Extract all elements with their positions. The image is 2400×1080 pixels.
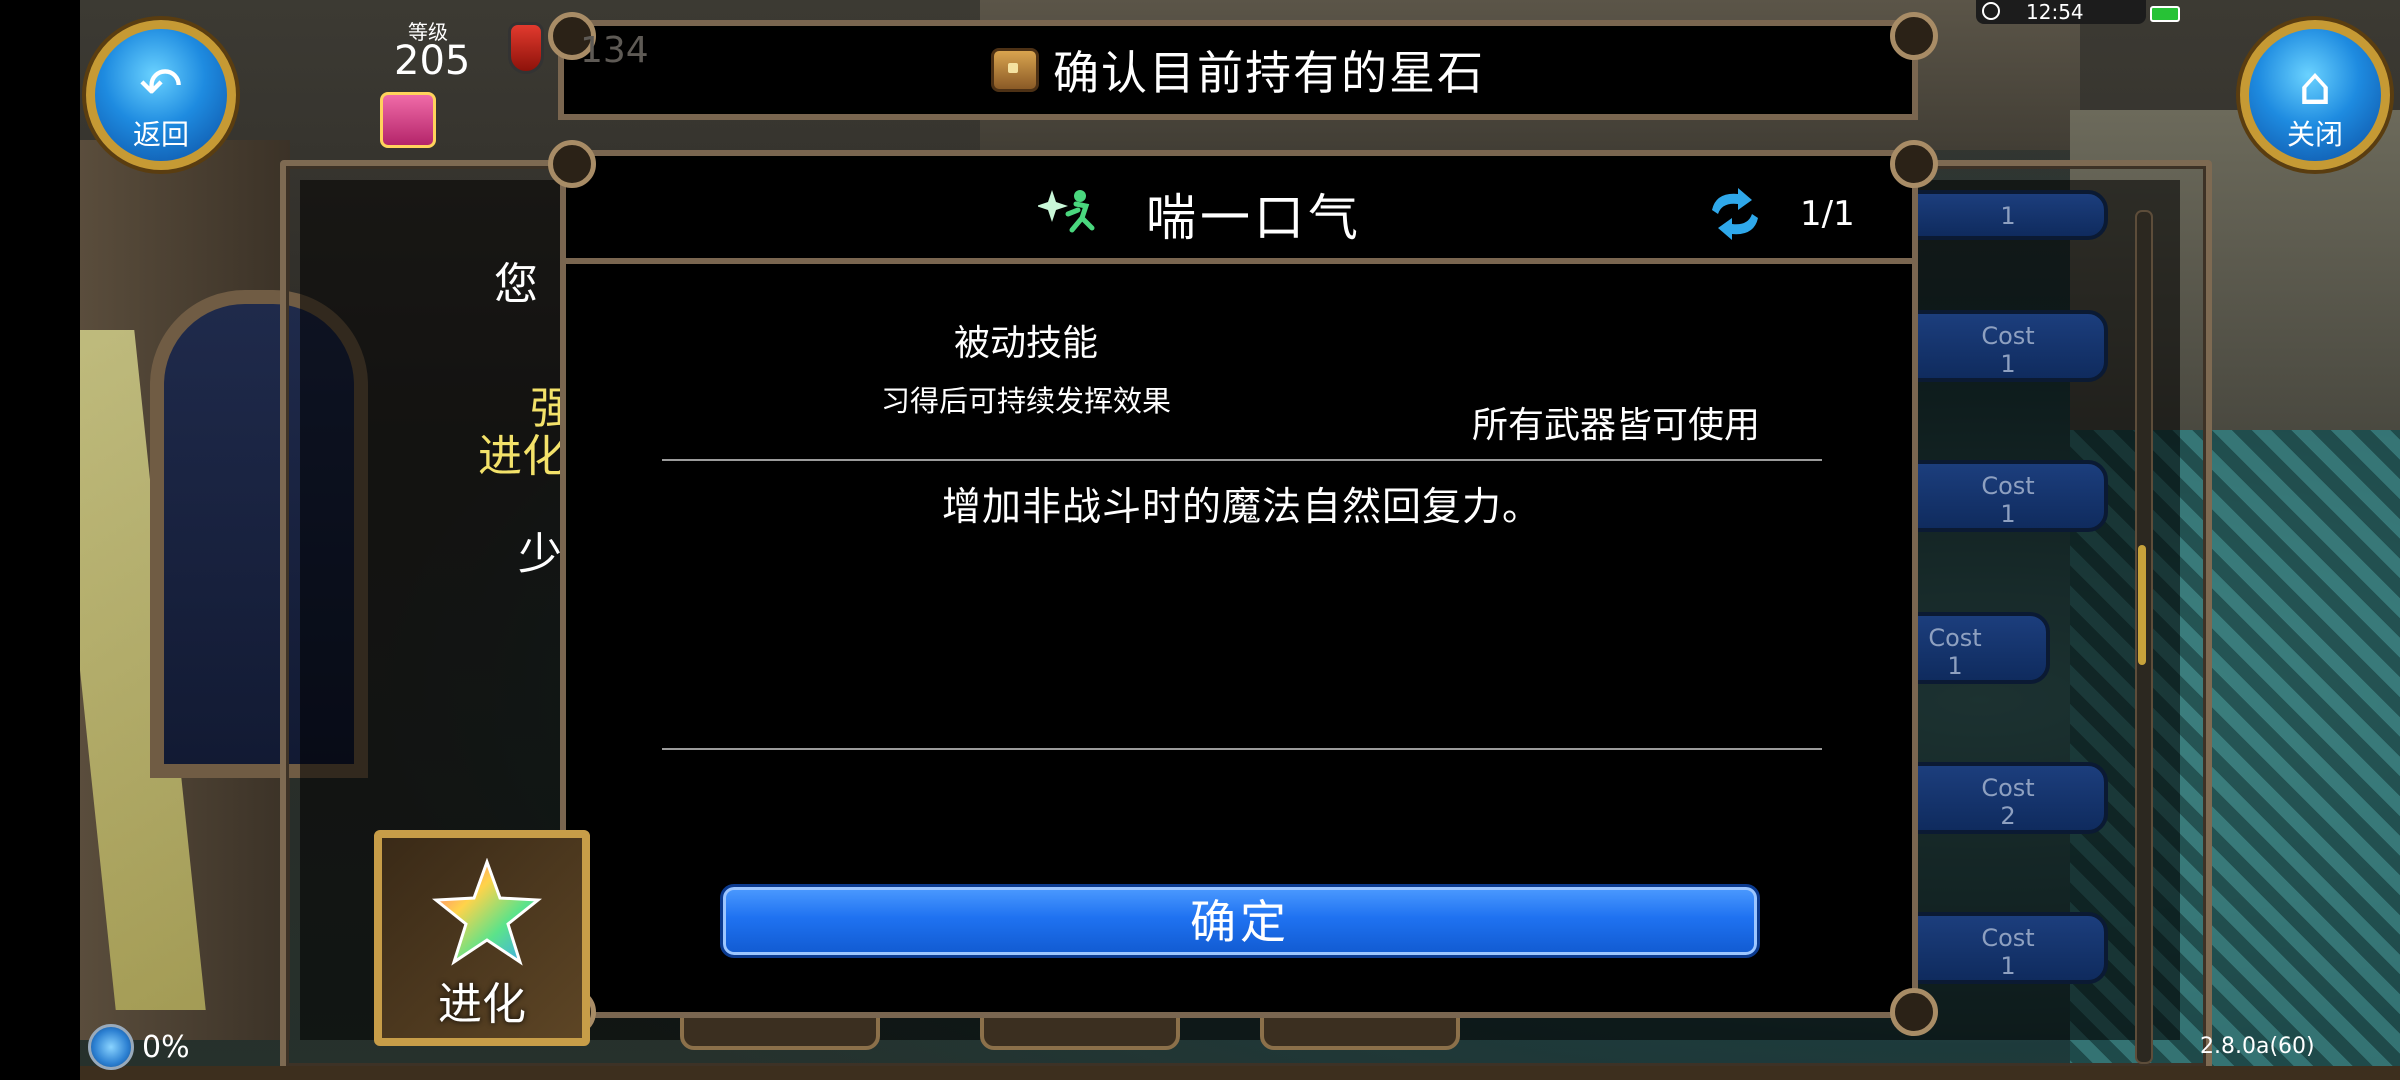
close-button[interactable]: ⌂ 关闭 [2240, 20, 2390, 170]
version-text: 2.8.0a(60) [2200, 1034, 2315, 1059]
cost-list-item[interactable]: Cost 2 [1908, 762, 2108, 834]
frame-corner-ornament [548, 140, 596, 188]
skill-type: 被动技能 [953, 323, 1098, 364]
frame-corner-ornament [1890, 988, 1938, 1036]
home-icon: ⌂ [2298, 57, 2332, 117]
stamina-value: 134 [580, 30, 649, 71]
title-bar-text: 确认目前持有的星石 [1053, 46, 1485, 100]
cost-label: Cost [1981, 472, 2035, 500]
evolve-button[interactable]: 进化 [374, 830, 590, 1046]
cost-label: Cost [1981, 322, 2035, 350]
cost-list-item[interactable]: Cost 1 [1908, 912, 2108, 984]
rainbow-star-gem-icon [432, 858, 542, 966]
status-time: 12:54 [2026, 0, 2084, 24]
frame-corner-ornament [1890, 12, 1938, 60]
skill-detail-dialog: 喘一口气 1/1 被动技能 习得后可持续发挥效果 所有武器皆可使用 增加非战斗时… [560, 150, 1918, 1018]
underlying-text: 进化 [478, 431, 566, 482]
battery-icon [2150, 6, 2180, 22]
bottom-bar [80, 1066, 2400, 1080]
cost-list-scroll-thumb[interactable] [2138, 545, 2146, 665]
back-arrow-icon: ↶ [139, 57, 183, 117]
divider [662, 748, 1822, 750]
cost-list-item[interactable]: 1 [1908, 190, 2108, 240]
cost-label: Cost [1981, 774, 2035, 802]
level-value: 205 [394, 38, 471, 84]
page-count: 1/1 [1800, 194, 1855, 234]
divider [662, 459, 1822, 461]
cost-list-item[interactable]: Cost 1 [1908, 460, 2108, 532]
download-progress-icon [88, 1024, 134, 1070]
evolve-label: 进化 [438, 979, 526, 1030]
progress-text: 0% [142, 1030, 190, 1065]
gift-box-icon[interactable] [380, 92, 436, 148]
back-button-label: 返回 [132, 118, 189, 151]
cost-list-item[interactable]: Cost 1 [1908, 310, 2108, 382]
confirm-button[interactable]: 确定 [720, 884, 1760, 958]
treasure-chest-icon [991, 48, 1039, 92]
potion-icon[interactable] [508, 22, 544, 74]
cost-value: 1 [2000, 202, 2016, 230]
skill-name: 喘一口气 [1146, 189, 1362, 247]
cost-value: 2 [2000, 802, 2016, 830]
refresh-arrows-icon[interactable] [1704, 186, 1766, 242]
skill-type-note: 习得后可持续发挥效果 [880, 384, 1171, 418]
cost-label: Cost [1981, 924, 2035, 952]
back-button[interactable]: ↶ 返回 [86, 20, 236, 170]
close-button-label: 关闭 [2286, 118, 2343, 151]
underlying-text: 少 [518, 529, 562, 580]
status-bar: 12:54 [1976, 0, 2146, 24]
player-level: 等级 205 [358, 14, 528, 164]
dialog-header: 喘一口气 1/1 [566, 156, 1912, 264]
weapon-restriction: 所有武器皆可使用 [1471, 405, 1760, 446]
title-bar: 确认目前持有的星石 [558, 20, 1918, 120]
skill-description: 增加非战斗时的魔法自然回复力。 [941, 485, 1542, 530]
cost-value: 1 [2000, 500, 2016, 528]
sparkle-running-figure-icon [1038, 190, 1095, 233]
cost-value: 1 [2000, 952, 2016, 980]
underlying-text: 您 [494, 259, 538, 310]
clock-icon [1982, 2, 2000, 20]
cost-value: 1 [2000, 350, 2016, 378]
frame-corner-ornament [1890, 140, 1938, 188]
